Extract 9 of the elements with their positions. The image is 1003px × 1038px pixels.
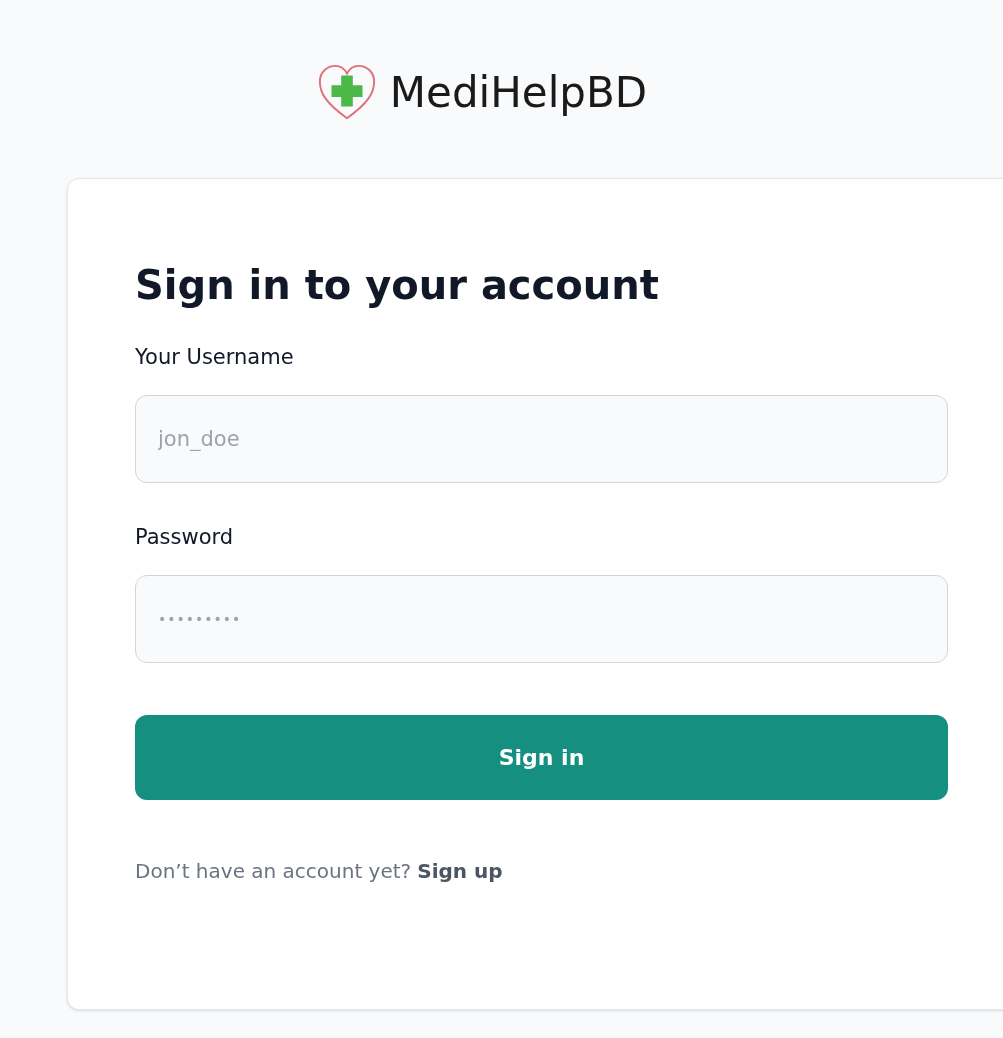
brand-name: MediHelpBD [389,67,648,119]
password-field[interactable]: ••••••••• [135,575,948,663]
sign-up-link[interactable]: Sign up [417,856,503,886]
field-label: Your Username [135,344,295,371]
field-label: Password [135,524,235,551]
signup-prompt: Don’t have an account yet? [135,858,412,885]
sign-in-button[interactable]: Sign in [135,715,948,800]
username-field[interactable]: jon_doe [135,395,948,483]
form-title: Sign in to your account [135,261,660,310]
